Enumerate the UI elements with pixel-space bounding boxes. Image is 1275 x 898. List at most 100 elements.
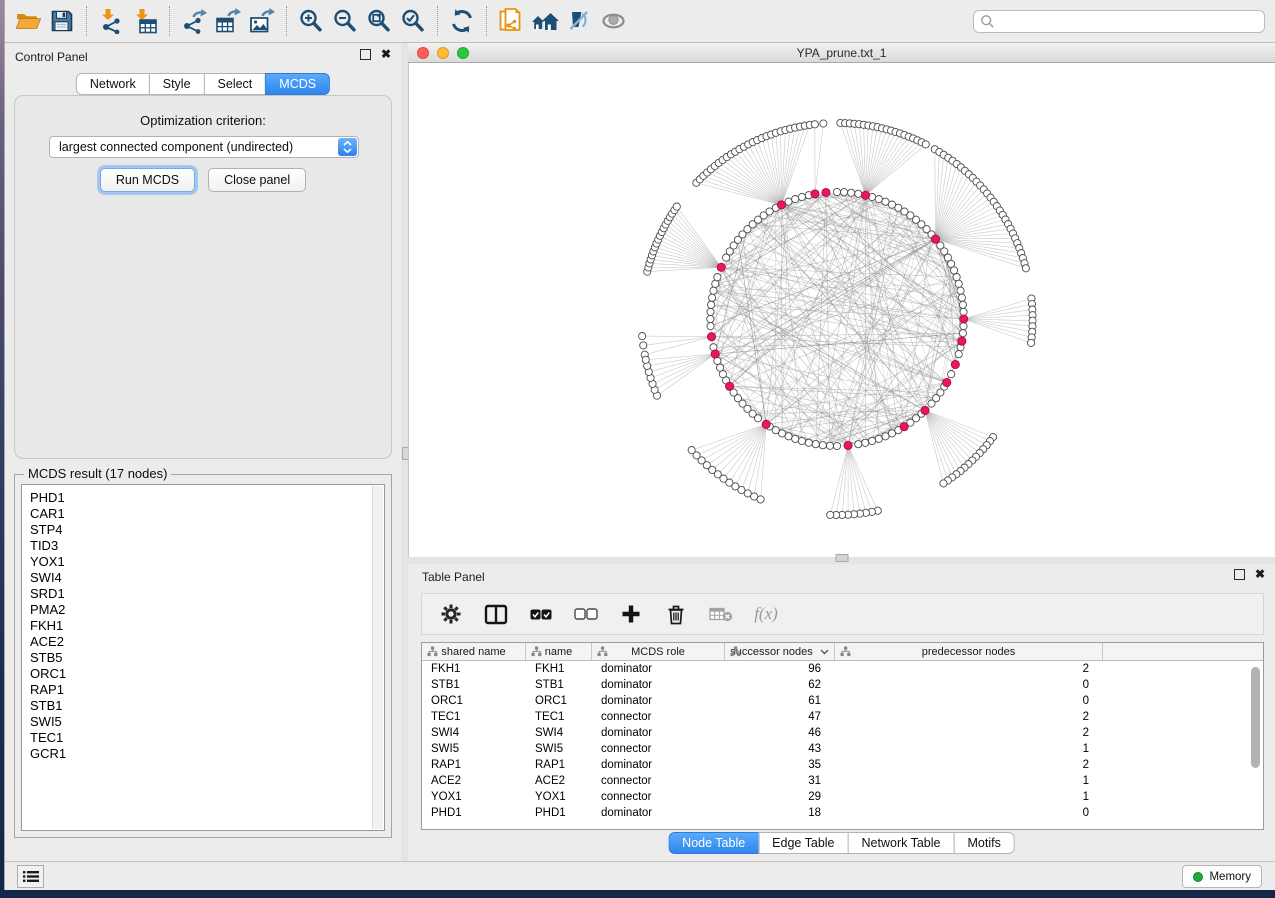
- tab-motifs[interactable]: Motifs: [953, 832, 1014, 854]
- run-mcds-button[interactable]: Run MCDS: [100, 168, 195, 192]
- node-table-body: FKH1FKH1dominator962STB1STB1dominator620…: [422, 661, 1263, 821]
- mcds-result-group: MCDS result (17 nodes) PHD1CAR1STP4TID3Y…: [14, 466, 392, 838]
- tab-edge-table[interactable]: Edge Table: [758, 832, 848, 854]
- share-document-icon: [498, 8, 524, 34]
- delete-table-button[interactable]: [709, 600, 733, 628]
- table-cell: connector: [592, 743, 725, 755]
- import-table-button[interactable]: [128, 5, 162, 37]
- table-row[interactable]: ORC1ORC1dominator610: [422, 693, 1263, 709]
- mcds-result-item[interactable]: STB5: [30, 650, 384, 666]
- refresh-view-button[interactable]: [445, 5, 479, 37]
- delete-table-icon: [709, 606, 733, 622]
- mcds-result-item[interactable]: ORC1: [30, 666, 384, 682]
- create-column-button[interactable]: [619, 600, 643, 628]
- show-hide-graphics-button[interactable]: [596, 5, 630, 37]
- mcds-result-item[interactable]: CAR1: [30, 506, 384, 522]
- close-panel-button-mcds[interactable]: Close panel: [208, 168, 306, 192]
- mcds-result-item[interactable]: SRD1: [30, 586, 384, 602]
- tab-network[interactable]: Network: [76, 73, 150, 95]
- mcds-result-item[interactable]: PMA2: [30, 602, 384, 618]
- mcds-result-item[interactable]: ACE2: [30, 634, 384, 650]
- table-row[interactable]: RAP1RAP1dominator352: [422, 757, 1263, 773]
- column-header-name[interactable]: name: [526, 643, 592, 660]
- window-close-button[interactable]: [417, 47, 429, 59]
- table-row[interactable]: TEC1TEC1connector472: [422, 709, 1263, 725]
- import-network-icon: [98, 8, 124, 34]
- function-builder-button[interactable]: f(x): [754, 600, 778, 628]
- save-session-button[interactable]: [45, 5, 79, 37]
- task-history-button[interactable]: [17, 865, 44, 888]
- column-label: successor nodes: [730, 646, 813, 658]
- mcds-result-item[interactable]: RAP1: [30, 682, 384, 698]
- plus-icon: [621, 604, 641, 624]
- network-canvas[interactable]: [408, 63, 1275, 557]
- zoom-fit-button[interactable]: [362, 5, 396, 37]
- attribute-type-icon: [597, 646, 608, 657]
- search-input[interactable]: [995, 14, 1258, 28]
- table-cell: connector: [592, 711, 725, 723]
- table-row[interactable]: PHD1PHD1dominator180: [422, 805, 1263, 821]
- tab-style[interactable]: Style: [149, 73, 205, 95]
- float-table-panel-button[interactable]: [1234, 569, 1245, 580]
- mcds-result-item[interactable]: PHD1: [30, 490, 384, 506]
- mcds-result-item[interactable]: STB1: [30, 698, 384, 714]
- import-network-button[interactable]: [94, 5, 128, 37]
- mcds-result-item[interactable]: SWI5: [30, 714, 384, 730]
- zoom-out-button[interactable]: [328, 5, 362, 37]
- table-row[interactable]: FKH1FKH1dominator962: [422, 661, 1263, 677]
- table-cell: ORC1: [526, 695, 592, 707]
- criterion-dropdown[interactable]: largest connected component (undirected): [49, 136, 359, 158]
- home-button[interactable]: [528, 5, 562, 37]
- open-session-button[interactable]: [11, 5, 45, 37]
- tab-mcds[interactable]: MCDS: [265, 73, 330, 95]
- table-cell: PHD1: [422, 807, 526, 819]
- window-minimize-button[interactable]: [437, 47, 449, 59]
- unselect-all-columns-button[interactable]: [574, 600, 598, 628]
- zoom-selected-button[interactable]: [396, 5, 430, 37]
- mcds-result-item[interactable]: GCR1: [30, 746, 384, 762]
- zoom-in-button[interactable]: [294, 5, 328, 37]
- table-settings-button[interactable]: [439, 600, 463, 628]
- mcds-list-scrollbar[interactable]: [372, 486, 383, 829]
- vertical-split-divider[interactable]: [401, 43, 408, 861]
- select-all-columns-button[interactable]: [529, 600, 553, 628]
- close-panel-button[interactable]: ✖: [381, 49, 391, 60]
- mcds-result-item[interactable]: SWI4: [30, 570, 384, 586]
- table-cell: 35: [725, 759, 835, 771]
- export-image-button[interactable]: [245, 5, 279, 37]
- mcds-result-item[interactable]: TEC1: [30, 730, 384, 746]
- tab-network-table[interactable]: Network Table: [848, 832, 955, 854]
- mcds-result-item[interactable]: STP4: [30, 522, 384, 538]
- table-row[interactable]: STB1STB1dominator620: [422, 677, 1263, 693]
- column-header-MCDS-role[interactable]: MCDS role: [592, 643, 725, 660]
- column-header-shared-name[interactable]: shared name: [422, 643, 526, 660]
- table-panel: Table Panel ✖: [408, 564, 1275, 861]
- table-row[interactable]: SWI4SWI4dominator462: [422, 725, 1263, 741]
- mcds-result-item[interactable]: FKH1: [30, 618, 384, 634]
- tab-node-table[interactable]: Node Table: [668, 832, 759, 854]
- table-cell: ACE2: [422, 775, 526, 787]
- export-network-button[interactable]: [177, 5, 211, 37]
- table-cell: 43: [725, 743, 835, 755]
- table-row[interactable]: YOX1YOX1connector291: [422, 789, 1263, 805]
- memory-button[interactable]: Memory: [1182, 865, 1262, 888]
- window-zoom-button[interactable]: [457, 47, 469, 59]
- tab-select[interactable]: Select: [204, 73, 267, 95]
- close-table-panel-button[interactable]: ✖: [1255, 569, 1265, 580]
- delete-columns-button[interactable]: [664, 600, 688, 628]
- dropdown-stepper-icon: [338, 138, 357, 156]
- mcds-result-item[interactable]: YOX1: [30, 554, 384, 570]
- column-header-successor-nodes[interactable]: successor nodes: [725, 643, 835, 660]
- float-panel-button[interactable]: [360, 49, 371, 60]
- table-scrollbar-thumb[interactable]: [1251, 667, 1260, 768]
- table-row[interactable]: ACE2ACE2connector311: [422, 773, 1263, 789]
- network-share-button[interactable]: [494, 5, 528, 37]
- table-row[interactable]: SWI5SWI5connector431: [422, 741, 1263, 757]
- network-svg: [409, 63, 1275, 557]
- export-table-button[interactable]: [211, 5, 245, 37]
- column-header-predecessor-nodes[interactable]: predecessor nodes: [835, 643, 1103, 660]
- show-column-panel-button[interactable]: [484, 600, 508, 628]
- horizontal-split-divider[interactable]: [408, 557, 1275, 564]
- mcds-result-item[interactable]: TID3: [30, 538, 384, 554]
- graphics-details-button[interactable]: [562, 5, 596, 37]
